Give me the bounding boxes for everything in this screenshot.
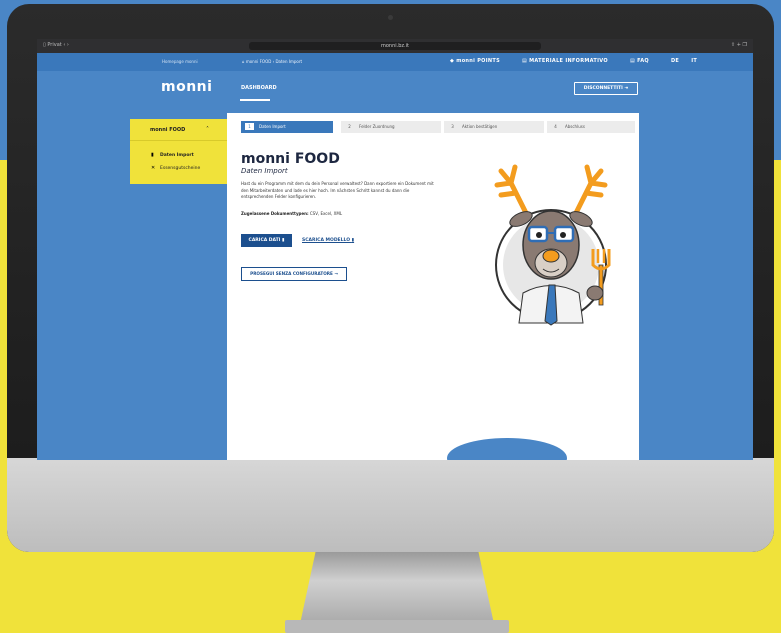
title-food: FOOD [294,151,340,167]
step-label: Daten Import [259,124,286,129]
forward-icon[interactable]: › [67,42,69,48]
main-panel: 1 Daten Import 2 Felder Zuordnung 3 Aktion … [227,113,639,460]
formats-label: Zugelassene Dokumenttypen: [241,211,309,216]
homepage-link[interactable]: Homepage monni [162,59,198,64]
share-icon[interactable]: ⇪ [731,42,735,48]
sidebar-section-header[interactable]: monni FOOD ˄ [130,119,227,141]
upload-button[interactable]: CARICA DATI ▮ [241,234,292,247]
file-icon: ▮ [351,238,355,243]
tabs-icon[interactable]: ❐ [743,42,747,48]
step-number: 4 [554,124,557,129]
top-navigation: Homepage monni ⌂ monni FOOD › Daten Impo… [37,53,753,71]
sidebar: monni FOOD ˄ ▮ Daten Import ✕ Essensguts… [130,119,227,184]
home-icon[interactable]: ⌂ [242,59,245,64]
step-label: Felder Zuordnung [359,124,395,129]
file-icon: ▮ [151,152,154,158]
stepper: 1 Daten Import 2 Felder Zuordnung 3 Aktion … [241,121,635,133]
step-label: Abschluss [565,124,585,129]
intro-paragraph: Hast du ein Programm mit dem du dein Per… [241,181,434,199]
step-2[interactable]: 2 Felder Zuordnung [341,121,441,133]
step-number: 3 [451,124,454,129]
tab-dashboard[interactable]: DASHBOARD [241,85,277,91]
address-bar[interactable]: monni.bz.it [249,42,541,50]
tab-underline [240,99,270,101]
reindeer-mascot-illustration [494,164,611,326]
file-icon: ▮ [281,238,285,243]
address-text: monni.bz.it [381,43,409,49]
browser-window-controls[interactable]: ▯ Privat ‹ › [43,42,69,48]
step-label: Aktion bestätigen [462,124,498,129]
download-label: SCARICA MODELLO [302,238,351,243]
monitor-stand [300,552,494,624]
download-template-link[interactable]: SCARICA MODELLO ▮ [302,238,354,243]
nav-points[interactable]: ◆ monni POINTS [450,58,510,64]
page-subtitle: Daten Import [241,167,288,175]
disconnect-label: DISCONNETTITI [583,86,623,91]
nav-faq-label: FAQ [637,58,649,64]
breadcrumb: ⌂ monni FOOD › Daten Import [242,59,302,64]
sidebar-item-essensgutscheine[interactable]: Essensgutscheine [160,166,200,171]
lang-de[interactable]: DE [671,58,679,64]
lang-it[interactable]: IT [691,58,697,64]
title-monni: monni [241,151,290,167]
page-title: monni FOOD [241,151,340,167]
step-1[interactable]: 1 Daten Import [241,121,333,133]
nav-materiale-label: MATERIALE INFORMATIVO [529,58,608,64]
disconnect-button[interactable]: DISCONNETTITI ⇥ [574,82,638,95]
upload-label: CARICA DATI [248,238,281,243]
top-nav-links: ◆ monni POINTS ▤ MATERIALE INFORMATIVO ▤… [450,58,707,64]
nav-points-label: monni POINTS [456,58,500,64]
monitor-chin [7,458,774,552]
breadcrumb-text[interactable]: monni FOOD › Daten Import [246,59,302,64]
allowed-formats: Zugelassene Dokumenttypen: CSV, Excel, X… [241,211,342,216]
monitor-base [285,620,509,633]
browser-toolbar: ▯ Privat ‹ › monni.bz.it ⇪ + ❐ [37,39,753,53]
step-3[interactable]: 3 Aktion bestätigen [444,121,544,133]
nav-materiale[interactable]: ▤ MATERIALE INFORMATIVO [522,58,618,64]
sidebar-title: monni FOOD [150,127,186,133]
screen: ▯ Privat ‹ › monni.bz.it ⇪ + ❐ Homepage … [37,39,753,460]
sidebar-item-daten-import[interactable]: Daten Import [160,153,194,158]
cutlery-icon: ✕ [151,165,156,171]
app-header: monni DASHBOARD DISCONNETTITI ⇥ [37,71,753,103]
private-label: Privat [47,42,62,48]
step-4[interactable]: 4 Abschluss [547,121,635,133]
new-tab-icon[interactable]: + [737,42,741,48]
continue-without-configurator-button[interactable]: PROSEGUI SENZA CONFIGURATORE → [241,267,347,281]
browser-actions[interactable]: ⇪ + ❐ [731,42,747,48]
step-number: 1 [245,123,254,130]
chevron-up-icon: ˄ [206,126,209,133]
formats-value: CSV, Excel, XML [309,211,343,216]
decorative-blue-arc [447,438,567,460]
sidebar-toggle-icon[interactable]: ▯ [43,42,46,48]
nav-faq[interactable]: ▤ FAQ [630,58,659,64]
back-icon[interactable]: ‹ [63,42,65,48]
monni-logo[interactable]: monni [161,79,212,95]
logout-icon: ⇥ [624,86,629,91]
camera-icon [388,15,393,20]
step-number: 2 [348,124,351,129]
